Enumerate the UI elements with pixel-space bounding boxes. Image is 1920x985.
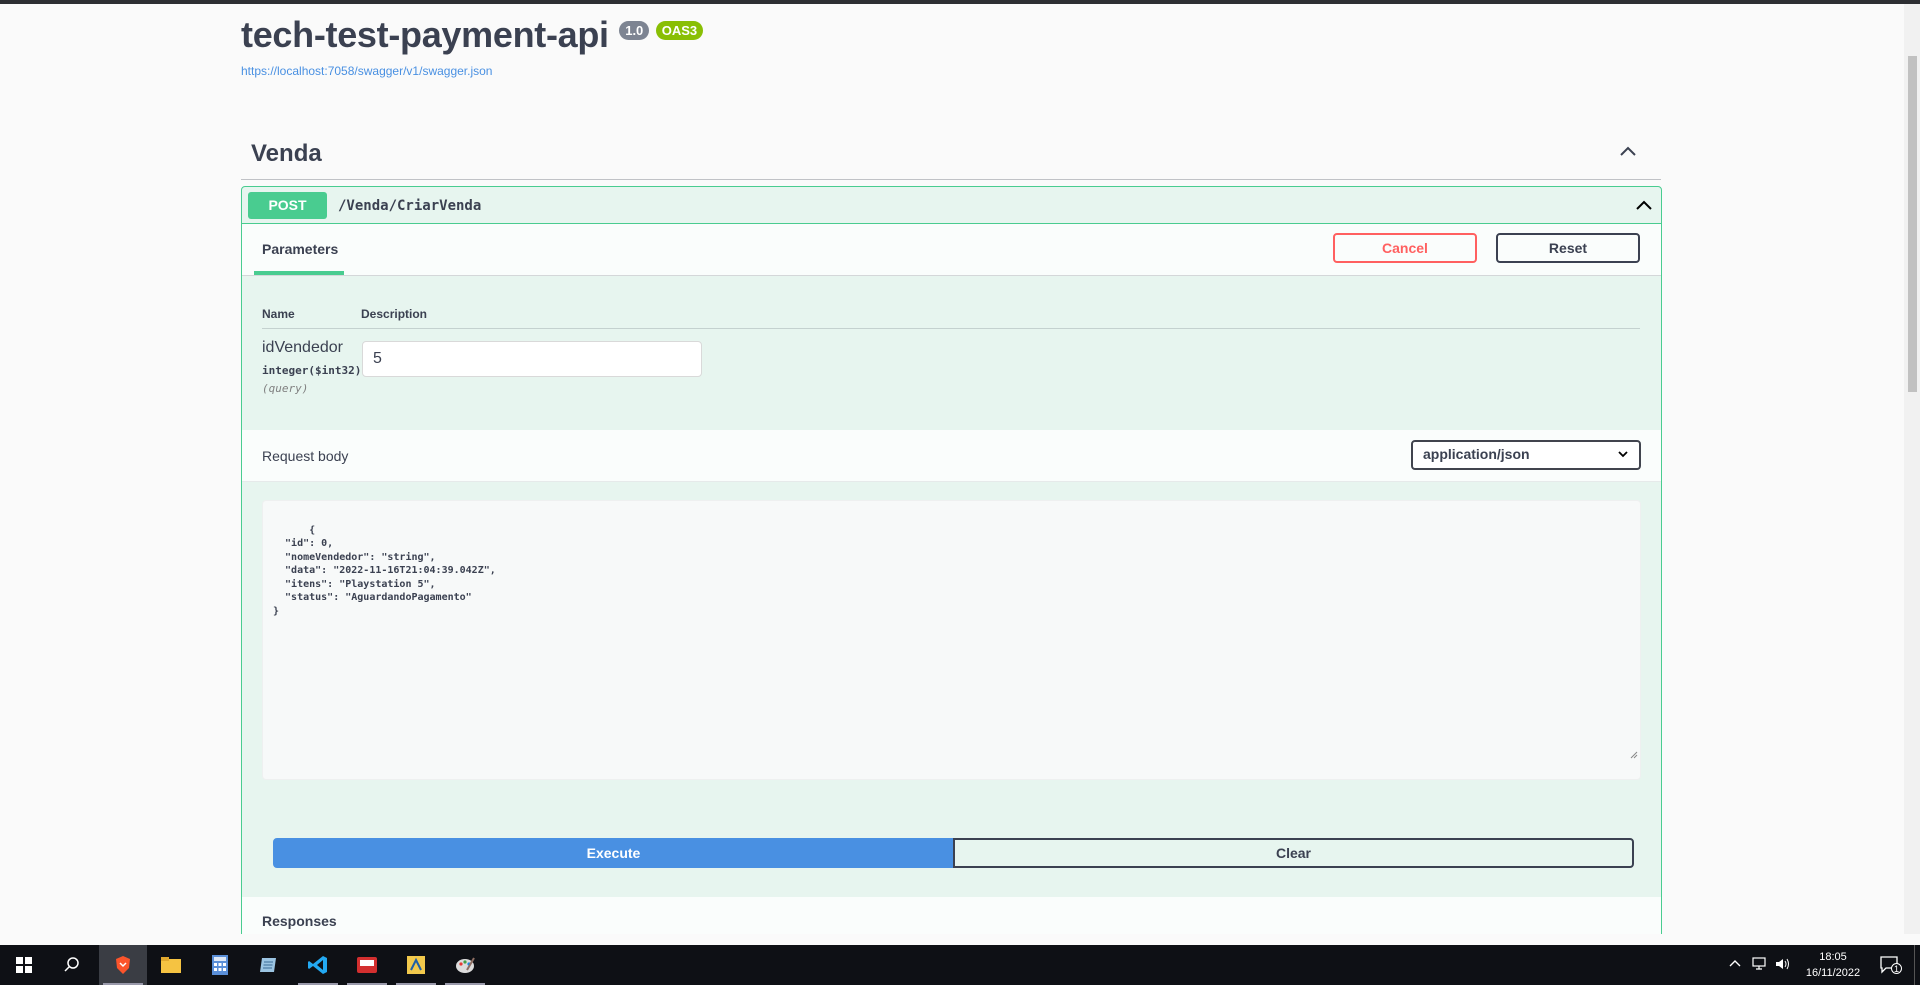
content-type-value: application/json <box>1423 446 1530 462</box>
notifications-icon[interactable]: 1 <box>1880 956 1902 979</box>
cancel-button[interactable]: Cancel <box>1333 233 1477 263</box>
param-type: integer($int32) <box>262 364 362 377</box>
swagger-page: tech-test-payment-api 1.0 OAS3 https://l… <box>0 4 1904 934</box>
start-icon[interactable] <box>0 945 48 985</box>
operation-summary[interactable]: POST /Venda/CriarVenda <box>242 187 1661 224</box>
search-icon[interactable] <box>48 945 96 985</box>
param-location: (query) <box>262 382 309 395</box>
clock-time: 18:05 <box>1819 951 1847 963</box>
param-name: idVendedor <box>262 339 343 356</box>
chevron-down-icon <box>1617 447 1629 463</box>
operation-block: POST /Venda/CriarVenda Parameters Cancel… <box>241 186 1662 934</box>
parameters-header: Parameters Cancel Reset <box>242 224 1661 276</box>
table-row: idVendedor integer($int32) (query) <box>262 329 1640 409</box>
tab-parameters[interactable]: Parameters <box>262 241 338 257</box>
system-clock[interactable]: 18:05 16/11/2022 <box>1793 949 1873 981</box>
api-title: tech-test-payment-api <box>241 14 609 55</box>
oas-badge: OAS3 <box>655 21 704 40</box>
column-header-description: Description <box>361 307 428 321</box>
responses-title: Responses <box>262 913 337 929</box>
request-body-text: { "id": 0, "nomeVendedor": "string", "da… <box>273 524 496 617</box>
show-desktop-button[interactable] <box>1914 945 1920 985</box>
network-icon[interactable] <box>1752 957 1768 976</box>
request-body-editor[interactable]: { "id": 0, "nomeVendedor": "string", "da… <box>262 500 1641 780</box>
brave-browser-icon[interactable] <box>99 945 147 985</box>
chevron-up-icon[interactable] <box>1619 144 1637 162</box>
column-header-name: Name <box>262 307 295 321</box>
spec-url-link[interactable]: https://localhost:7058/swagger/v1/swagge… <box>241 64 492 78</box>
idvendedor-input[interactable] <box>362 341 702 377</box>
file-explorer-icon[interactable] <box>147 945 195 985</box>
tab-underline <box>254 271 344 275</box>
request-body-title: Request body <box>262 448 349 464</box>
operation-path: /Venda/CriarVenda <box>338 198 482 214</box>
app-red-icon[interactable] <box>343 945 391 985</box>
method-badge: POST <box>248 192 327 219</box>
execute-button[interactable]: Execute <box>273 838 954 868</box>
version-badge: 1.0 <box>619 21 650 40</box>
clear-button[interactable]: Clear <box>953 838 1634 868</box>
resize-grip-icon[interactable] <box>1582 737 1638 778</box>
reset-button[interactable]: Reset <box>1496 233 1640 263</box>
request-body-header: Request body application/json <box>242 430 1661 482</box>
volume-icon[interactable] <box>1775 957 1791 976</box>
responses-header: Responses <box>242 897 1661 934</box>
app-paint-icon[interactable] <box>441 945 489 985</box>
vscode-icon[interactable] <box>294 945 342 985</box>
clock-date: 16/11/2022 <box>1805 967 1861 979</box>
app-yellow-icon[interactable] <box>392 945 440 985</box>
parameters-table: Name Description idVendedor integer($int… <box>262 299 1640 409</box>
page-scrollbar[interactable] <box>1904 4 1920 934</box>
windows-taskbar: 18:05 16/11/2022 1 <box>0 945 1920 985</box>
tag-header[interactable]: Venda <box>241 130 1661 180</box>
calculator-icon[interactable] <box>196 945 244 985</box>
notepad-icon[interactable] <box>245 945 293 985</box>
table-header-row: Name Description <box>262 299 1640 329</box>
tag-name: Venda <box>251 140 322 167</box>
chevron-up-icon[interactable] <box>1635 198 1653 216</box>
tag-section: Venda <box>241 130 1661 180</box>
scrollbar-thumb[interactable] <box>1908 56 1917 392</box>
api-info: tech-test-payment-api 1.0 OAS3 <box>241 14 704 56</box>
content-type-select[interactable]: application/json <box>1411 440 1641 470</box>
notification-count: 1 <box>1891 963 1902 974</box>
tray-chevron-up-icon[interactable] <box>1728 957 1742 976</box>
